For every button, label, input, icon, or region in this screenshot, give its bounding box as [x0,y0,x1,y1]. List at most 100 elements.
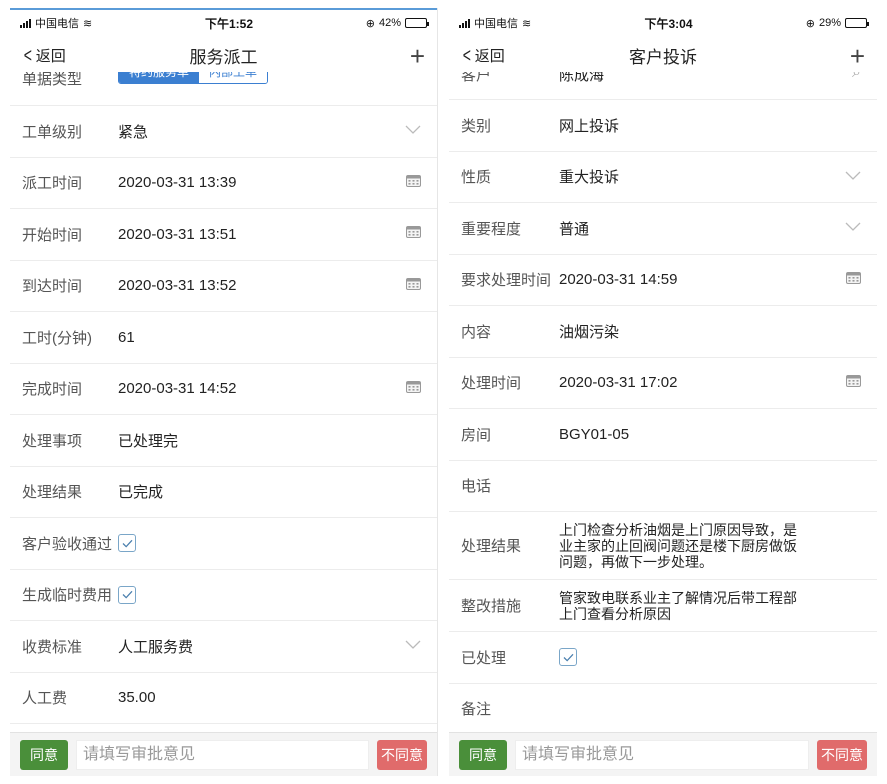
form-row[interactable]: 客户验收通过 [10,518,437,570]
chevron-down-icon[interactable] [405,122,421,140]
field-value: 已处理完 [118,432,179,450]
calendar-icon[interactable] [406,277,421,295]
form-row: 备注 [449,683,877,735]
field-label: 内容 [461,323,492,341]
field-value: 2020-03-31 14:59 [559,271,678,289]
field-value: 网上投诉 [559,117,620,135]
agree-button[interactable]: 同意 [20,739,68,770]
form-row[interactable]: 要求处理时间 2020-03-31 14:59 [449,254,877,306]
checkbox-checked-icon[interactable] [118,585,136,604]
approval-opinion-input[interactable] [76,739,369,770]
field-value: 陈成海 [559,72,605,84]
reject-button[interactable]: 不同意 [817,739,867,770]
field-label: 整改措施 [461,598,522,615]
back-button[interactable]: < 返回 [461,45,505,66]
form-row: 处理事项 已处理完 [10,415,437,467]
field-label: 处理结果 [461,538,522,555]
field-label: 完成时间 [22,381,83,399]
chevron-down-icon[interactable] [845,168,861,186]
form-row[interactable]: 生成临时费用 [10,569,437,621]
field-label: 客户验收通过 [22,535,113,553]
approval-opinion-input[interactable] [515,739,809,770]
status-bar: 中国电信 ≋ 下午1:52 ⊕ 42% [10,8,437,36]
form-rows: 客户 陈成海 ⌕ 类别 网上投诉性质 重大投诉 重要程度 普通 要求处理时间 2020-03… [449,72,877,735]
right-row-list: 类别 网上投诉性质 重大投诉 重要程度 普通 要求处理时间 2020-03-31 14:59… [449,100,877,735]
back-button[interactable]: < 返回 [22,45,66,66]
battery-icon [405,18,429,28]
calendar-icon[interactable] [846,271,861,289]
rotation-lock-icon: ⊕ [805,17,815,30]
field-value: 35.00 [118,689,156,707]
field-value: 2020-03-31 13:51 [118,225,237,243]
form-rows: 单据类型 特约服务单 内部工单 工单级别 紧急 派工时间 2020-03-31 13:… [10,72,437,724]
calendar-icon[interactable] [406,380,421,398]
field-value: 2020-03-31 17:02 [559,374,678,392]
field-label: 房间 [461,426,492,444]
field-label: 开始时间 [22,226,83,244]
status-bar: 中国电信 ≋ 下午3:04 ⊕ 29% [449,8,877,36]
form-row[interactable]: 派工时间 2020-03-31 13:39 [10,157,437,209]
field-label: 类别 [461,117,492,135]
field-label: 派工时间 [22,175,83,193]
field-value: 上门检查分析油烟是上门原因导致，是 业主家的止回阀问题还是楼下厨房做饭 问题，再做下… [559,522,861,570]
field-value: 61 [118,328,135,346]
form-row-customer: 客户 陈成海 ⌕ [449,72,877,100]
field-label: 单据类型 [22,72,83,88]
field-value: 2020-03-31 14:52 [118,380,237,398]
nav-bar: < 返回 服务派工 + [10,36,437,76]
field-label: 到达时间 [22,278,83,296]
segment-internal-order[interactable]: 内部工单 [199,72,268,83]
field-label: 处理事项 [22,432,83,450]
search-icon[interactable]: ⌕ [852,72,861,82]
add-button[interactable]: + [850,43,865,69]
checkbox-checked-icon[interactable] [118,534,136,553]
field-label: 电话 [461,478,492,496]
calendar-icon[interactable] [406,225,421,243]
form-row[interactable]: 完成时间 2020-03-31 14:52 [10,363,437,415]
field-label: 重要程度 [461,220,522,238]
form-row[interactable]: 开始时间 2020-03-31 13:51 [10,209,437,261]
field-value: 管家致电联系业主了解情况后带工程部 上门查看分析原因 [559,590,861,622]
calendar-icon[interactable] [406,174,421,192]
form-row: 工时(分钟) 61 [10,312,437,364]
calendar-icon[interactable] [846,374,861,392]
doc-type-segmented[interactable]: 特约服务单 内部工单 [118,72,269,84]
service-dispatch-screen: 中国电信 ≋ 下午1:52 ⊕ 42% < 返回 服务派工 + 单据类型 特约服… [10,8,438,776]
left-row-list: 工单级别 紧急 派工时间 2020-03-31 13:39 开始时间 2020-03-31… [10,106,437,724]
form-row[interactable]: 工单级别 紧急 [10,106,437,158]
back-label: 返回 [35,48,66,65]
checkbox-checked-icon[interactable] [559,648,577,667]
signal-indicator: 中国电信 ≋ [459,15,531,31]
chevron-left-icon: < [23,44,32,67]
form-row[interactable]: 性质 重大投诉 [449,151,877,203]
agree-button[interactable]: 同意 [459,739,507,770]
add-button[interactable]: + [410,43,425,69]
form-row[interactable]: 到达时间 2020-03-31 13:52 [10,260,437,312]
form-row[interactable]: 收费标准 人工服务费 [10,621,437,673]
chevron-down-icon[interactable] [845,219,861,237]
approval-bar: 同意 不同意 [449,732,877,776]
nav-bar: < 返回 客户投诉 + [449,36,877,76]
form-row[interactable]: 已处理 [449,632,877,684]
field-label: 收费标准 [22,638,83,656]
form-row[interactable]: 重要程度 普通 [449,203,877,255]
wifi-icon: ≋ [83,17,93,30]
reject-button[interactable]: 不同意 [377,739,427,770]
carrier-name: 中国电信 [474,18,518,30]
field-label: 生成临时费用 [22,587,113,605]
chevron-down-icon[interactable] [405,637,421,655]
field-label: 备注 [461,701,492,719]
form-row: 电话 [449,460,877,512]
field-value: 油烟污染 [559,323,620,341]
segment-special-service[interactable]: 特约服务单 [119,72,200,83]
form-row: 整改措施 管家致电联系业主了解情况后带工程部 上门查看分析原因 [449,580,877,632]
wifi-icon: ≋ [522,17,532,30]
form-row[interactable]: 处理时间 2020-03-31 17:02 [449,357,877,409]
form-row: 人工费 35.00 [10,672,437,724]
field-label: 性质 [461,169,492,187]
rotation-lock-icon: ⊕ [365,17,375,30]
signal-indicator: 中国电信 ≋ [20,15,92,31]
clock: 下午1:52 [204,16,253,31]
page-title: 客户投诉 [629,48,697,67]
field-value: 已完成 [118,484,164,502]
